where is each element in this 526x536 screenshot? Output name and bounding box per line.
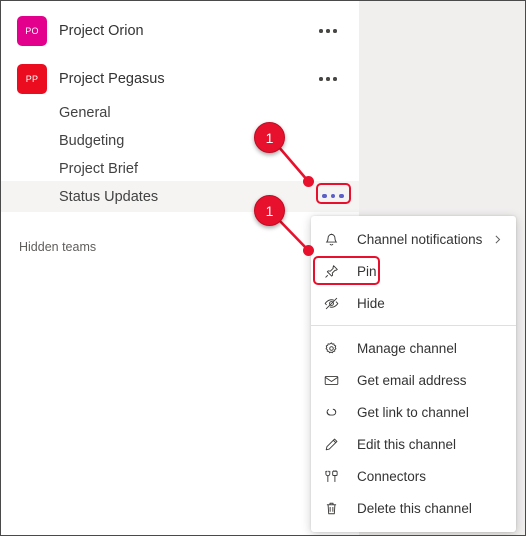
callout-badge-number: 1 (265, 129, 274, 146)
callout-leader-lines (277, 145, 309, 251)
callout-endpoint-dot-2 (303, 245, 314, 256)
callout-leader-line-2 (277, 218, 309, 251)
callout-leader-line-1 (277, 145, 309, 182)
callout-badge-number: 1 (265, 202, 274, 219)
callout-badge-1: 1 (254, 122, 285, 153)
callout-endpoint-dot-1 (303, 176, 314, 187)
app-window: PO Project Orion PP Project Pegasus Gene… (0, 0, 526, 536)
callout-badge-2: 1 (254, 195, 285, 226)
